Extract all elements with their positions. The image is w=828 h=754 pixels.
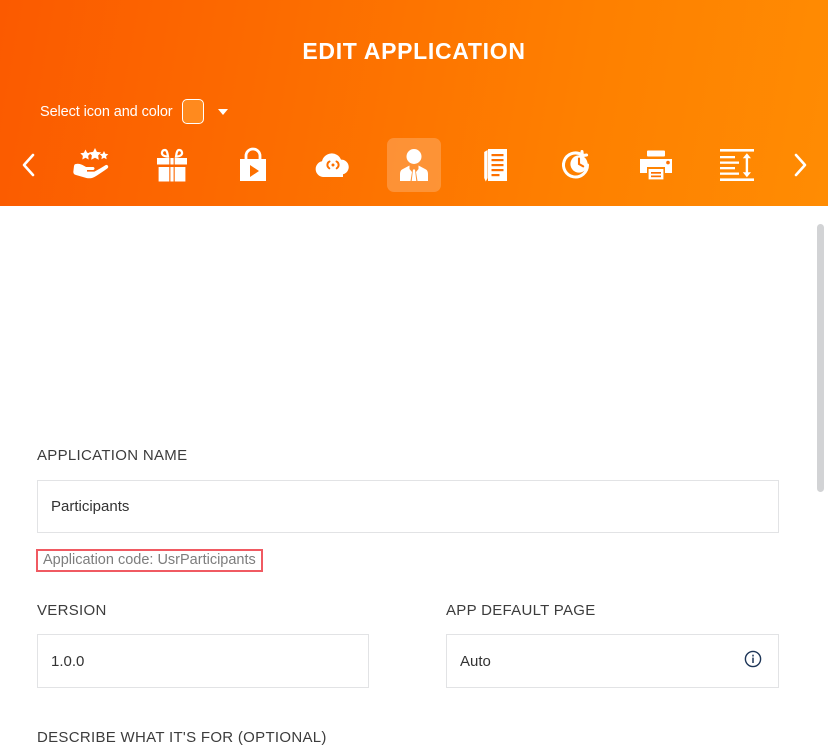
list-resize-icon <box>720 149 754 181</box>
color-swatch[interactable] <box>181 99 204 124</box>
icon-option-shopping-bag-play[interactable] <box>226 138 280 192</box>
icon-option-document-pen[interactable] <box>468 138 522 192</box>
app-default-page-select[interactable]: Auto <box>446 634 779 688</box>
modal-header: EDIT APPLICATION Select icon and color <box>0 0 828 206</box>
gift-box-icon <box>156 148 188 182</box>
modal-body: APPLICATION NAME Participants Applicatio… <box>0 206 828 754</box>
cloud-code-icon <box>314 152 352 178</box>
shopping-bag-play-icon <box>238 147 268 183</box>
icon-option-cloud-code[interactable] <box>306 138 360 192</box>
icon-option-person-in-suit[interactable] <box>387 138 441 192</box>
application-code-text: Application code: UsrParticipants <box>36 549 263 572</box>
clock-history-icon <box>560 149 592 181</box>
printer-icon <box>639 150 673 180</box>
icon-strip-prev-button[interactable] <box>0 133 56 197</box>
icon-selector-strip <box>0 133 828 197</box>
icon-option-hand-with-stars[interactable] <box>64 138 118 192</box>
info-circle-icon[interactable] <box>744 650 762 673</box>
chevron-left-icon <box>21 153 36 177</box>
icon-color-picker[interactable]: Select icon and color <box>40 99 228 124</box>
document-pen-icon <box>481 148 509 182</box>
icon-option-gift-box[interactable] <box>145 138 199 192</box>
chevron-right-icon <box>793 153 808 177</box>
icon-list <box>56 138 772 192</box>
application-name-value: Participants <box>51 498 130 515</box>
hand-with-stars-icon <box>72 148 110 182</box>
app-default-page-label: APP DEFAULT PAGE <box>446 602 596 619</box>
person-in-suit-icon <box>400 148 428 182</box>
icon-option-list-resize[interactable] <box>710 138 764 192</box>
version-value: 1.0.0 <box>51 652 85 670</box>
version-label: VERSION <box>37 602 107 619</box>
page-title: EDIT APPLICATION <box>302 38 526 64</box>
icon-option-clock-history[interactable] <box>549 138 603 192</box>
chevron-down-icon[interactable] <box>217 108 228 115</box>
application-name-label: APPLICATION NAME <box>37 447 188 464</box>
description-label: DESCRIBE WHAT IT'S FOR (OPTIONAL) <box>37 729 327 746</box>
app-default-page-value: Auto <box>460 652 491 670</box>
version-input[interactable]: 1.0.0 <box>37 634 369 688</box>
scrollbar-thumb[interactable] <box>817 224 824 492</box>
icon-color-label: Select icon and color <box>40 103 173 120</box>
application-name-input[interactable]: Participants <box>37 480 779 533</box>
icon-option-printer[interactable] <box>629 138 683 192</box>
icon-strip-next-button[interactable] <box>772 133 828 197</box>
